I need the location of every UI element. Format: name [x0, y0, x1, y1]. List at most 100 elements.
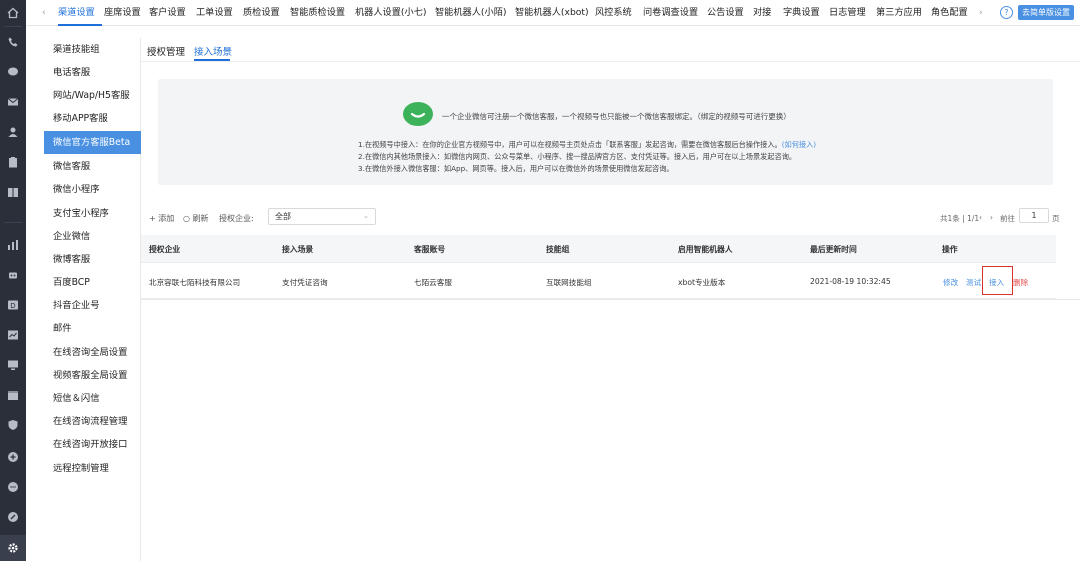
scroll-left-icon[interactable]: ‹ — [42, 0, 46, 26]
nav-robot-xbot[interactable]: 智能机器人(xbot) — [515, 0, 589, 26]
home-icon[interactable] — [6, 6, 20, 20]
rail-divider — [4, 222, 22, 223]
sidebar-item-alipay-miniprogram[interactable]: 支付宝小程序 — [44, 202, 141, 225]
sidebar-item-weibo[interactable]: 微博客服 — [44, 248, 141, 271]
edit-icon[interactable] — [6, 510, 20, 524]
sidebar-item-douyin[interactable]: 抖音企业号 — [44, 294, 141, 317]
help-icon[interactable]: ? — [1000, 6, 1013, 19]
sidebar-item-video-global[interactable]: 视频客服全局设置 — [44, 364, 141, 387]
nav-survey-settings[interactable]: 问卷调查设置 — [643, 0, 698, 26]
sidebar-item-remote-control[interactable]: 远程控制管理 — [44, 457, 141, 480]
column-skill-group: 技能组 — [546, 245, 570, 254]
calendar-icon[interactable] — [6, 388, 20, 402]
column-enterprise: 授权企业 — [149, 245, 181, 254]
settings-sidebar: 渠道技能组 电话客服 网站/Wap/H5客服 移动APP客服 微信官方客服Bet… — [44, 38, 141, 561]
table-row: 北京容联七陌科技有限公司 支付凭证咨询 七陌云客服 互联网技能组 xbot专业版… — [141, 263, 1056, 299]
refresh-button[interactable]: ○ 刷新 — [183, 213, 209, 224]
report-icon[interactable] — [6, 328, 20, 342]
sidebar-item-wecom[interactable]: 企业微信 — [44, 225, 141, 248]
nav-integration[interactable]: 对接 — [753, 0, 771, 26]
nav-customer-settings[interactable]: 客户设置 — [149, 0, 186, 26]
info-line-1: 1.在视频号中接入：在你的企业官方视频号中，用户可以在视频号主页处点击「联系客服… — [358, 140, 816, 150]
cell-robot: xbot专业版本 — [678, 278, 726, 287]
prev-page-icon[interactable]: ‹ — [979, 213, 982, 222]
table-bottom-border — [141, 299, 1080, 300]
scroll-right-icon[interactable]: › — [979, 0, 983, 26]
mail-icon[interactable] — [6, 95, 20, 109]
sidebar-item-online-global[interactable]: 在线咨询全局设置 — [44, 341, 141, 364]
column-scene: 接入场景 — [282, 245, 314, 254]
add-button[interactable]: + 添加 — [149, 213, 174, 224]
info-line-2: 2.在微信内其他场景接入：如微信内网页、公众号菜单、小程序、搜一搜品牌官方区、支… — [358, 152, 797, 161]
column-updated: 最后更新时间 — [810, 245, 857, 254]
book-icon[interactable] — [6, 185, 20, 199]
enterprise-filter-select[interactable]: 全部 ⌄ — [268, 208, 376, 225]
clipboard-icon[interactable] — [6, 155, 20, 169]
sidebar-item-online-api[interactable]: 在线咨询开放接口 — [44, 433, 141, 456]
nav-seat-settings[interactable]: 座席设置 — [104, 0, 141, 26]
nav-smart-qa-settings[interactable]: 智能质检设置 — [290, 0, 345, 26]
active-nav-underline — [58, 24, 102, 26]
test-button[interactable]: 测试 — [966, 277, 981, 288]
next-page-icon[interactable]: › — [990, 213, 993, 222]
monitor-icon[interactable] — [6, 358, 20, 372]
sidebar-item-wechat-miniprogram[interactable]: 微信小程序 — [44, 178, 141, 201]
bar-chart-icon[interactable] — [6, 238, 20, 252]
sidebar-item-wechat[interactable]: 微信客服 — [44, 155, 141, 178]
page-input[interactable]: 1 — [1019, 208, 1049, 223]
phone-icon[interactable] — [6, 35, 20, 49]
info-headline: 一个企业微信可注册一个微信客服，一个视频号也只能被一个微信客服绑定。（绑定的视频… — [442, 112, 791, 121]
user-icon[interactable] — [6, 125, 20, 139]
tab-access-scenes[interactable]: 接入场景 — [194, 44, 232, 58]
nav-notice-settings[interactable]: 公告设置 — [707, 0, 744, 26]
simple-mode-button[interactable]: 去简单版设置 — [1018, 5, 1074, 20]
sidebar-item-baidu-bcp[interactable]: 百度BCP — [44, 271, 141, 294]
pager-summary: 共1条 | 1/1 — [940, 214, 980, 223]
how-to-connect-link[interactable]: (如何接入) — [782, 140, 816, 149]
nav-robot-xiaoqi[interactable]: 机器人设置(小七) — [355, 0, 426, 26]
nav-qa-settings[interactable]: 质检设置 — [243, 0, 280, 26]
nav-ticket-settings[interactable]: 工单设置 — [196, 0, 233, 26]
sidebar-item-phone[interactable]: 电话客服 — [44, 61, 141, 84]
shield-icon[interactable] — [6, 418, 20, 432]
page-unit: 页 — [1052, 214, 1060, 223]
nav-risk-control[interactable]: 风控系统 — [595, 0, 632, 26]
column-robot: 启用智能机器人 — [678, 245, 733, 254]
sidebar-item-web[interactable]: 网站/Wap/H5客服 — [44, 84, 141, 107]
cell-scene: 支付凭证咨询 — [282, 278, 328, 287]
nav-channel-settings[interactable]: 渠道设置 — [58, 0, 95, 26]
chat-icon[interactable] — [6, 65, 20, 79]
top-nav: ‹ 渠道设置 座席设置 客户设置 工单设置 质检设置 智能质检设置 机器人设置(… — [26, 0, 1080, 26]
d-icon[interactable]: D — [6, 298, 20, 312]
robot-icon[interactable] — [6, 268, 20, 282]
rail-divider — [4, 26, 22, 27]
edit-button[interactable]: 修改 — [943, 277, 958, 288]
wechat-work-logo-icon — [403, 102, 433, 126]
sidebar-item-wechat-official[interactable]: 微信官方客服Beta — [44, 131, 141, 154]
info-line-3: 3.在微信外接入微信客服：如App、网页等。接入后，用户可以在微信外的场景使用微… — [358, 164, 674, 173]
settings-icon[interactable] — [0, 535, 26, 561]
cell-enterprise: 北京容联七陌科技有限公司 — [149, 278, 241, 287]
column-actions: 操作 — [942, 245, 958, 254]
table-header: 授权企业 接入场景 客服账号 技能组 启用智能机器人 最后更新时间 操作 — [141, 235, 1056, 263]
sidebar-item-email[interactable]: 邮件 — [44, 317, 141, 340]
message-icon[interactable] — [6, 480, 20, 494]
nav-third-party-apps[interactable]: 第三方应用 — [876, 0, 922, 26]
chevron-down-icon: ⌄ — [363, 212, 369, 220]
sidebar-item-skill-groups[interactable]: 渠道技能组 — [44, 38, 141, 61]
tab-authorization[interactable]: 授权管理 — [147, 44, 185, 58]
enterprise-filter-label: 授权企业: — [219, 214, 254, 223]
nav-robot-xiaomo[interactable]: 智能机器人(小陌) — [435, 0, 506, 26]
delete-button[interactable]: 删除 — [1013, 277, 1028, 288]
nav-role-config[interactable]: 角色配置 — [931, 0, 968, 26]
sidebar-item-sms[interactable]: 短信＆闪信 — [44, 387, 141, 410]
plus-circle-icon[interactable] — [6, 450, 20, 464]
sidebar-item-online-flow[interactable]: 在线咨询流程管理 — [44, 410, 141, 433]
svg-text:D: D — [10, 302, 15, 310]
active-tab-underline — [194, 59, 230, 61]
tab-divider — [141, 61, 1080, 62]
nav-log-management[interactable]: 日志管理 — [829, 0, 866, 26]
sidebar-item-app[interactable]: 移动APP客服 — [44, 107, 141, 130]
left-rail: D — [0, 0, 26, 561]
nav-dictionary-settings[interactable]: 字典设置 — [783, 0, 820, 26]
